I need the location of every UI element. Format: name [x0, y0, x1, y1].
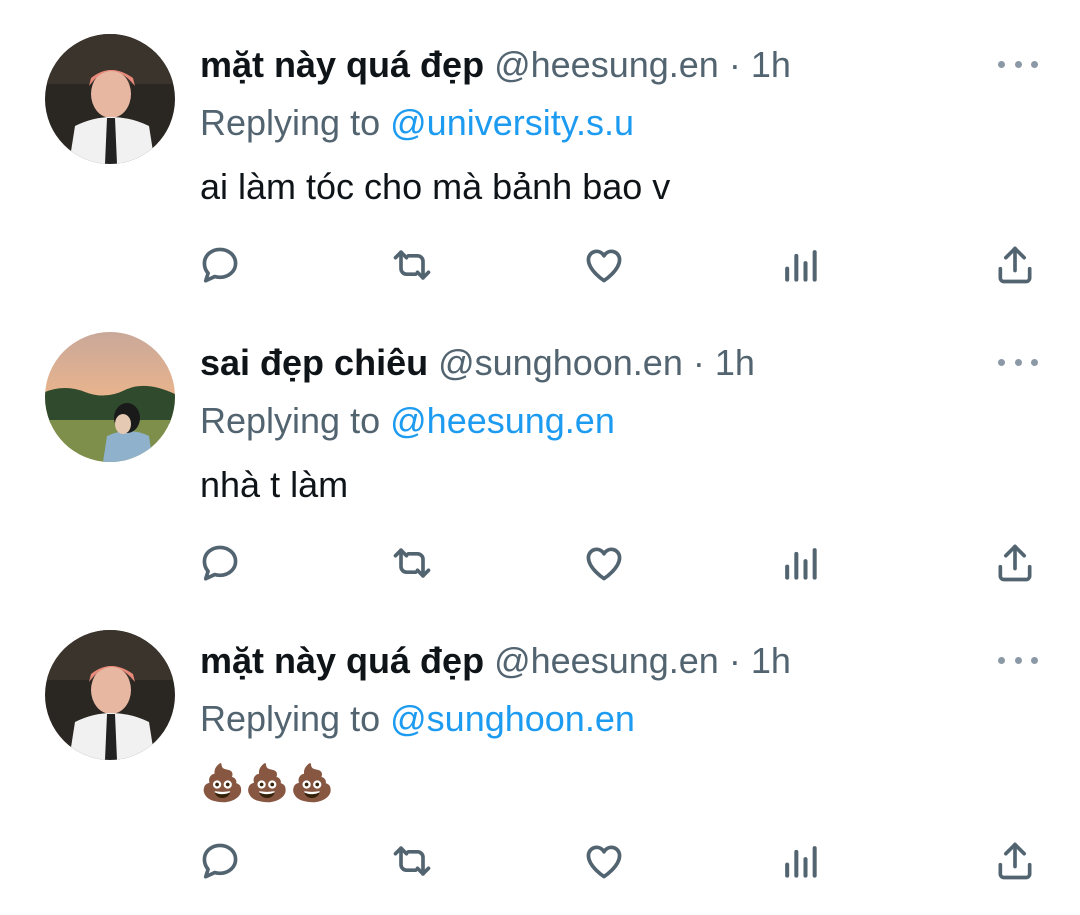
display-name[interactable]: sai đẹp chiêu — [200, 342, 428, 383]
mention-link[interactable]: @university.s.u — [390, 102, 634, 143]
reply-icon[interactable] — [195, 240, 245, 290]
retweet-icon[interactable] — [387, 836, 437, 886]
user-handle[interactable]: @heesung.en — [494, 640, 719, 681]
tweet-text: ai làm tóc cho mà bảnh bao v — [200, 166, 671, 207]
reply-icon[interactable] — [195, 538, 245, 588]
action-bar — [195, 538, 1045, 588]
separator-dot: · — [728, 44, 741, 85]
views-icon[interactable] — [775, 538, 825, 588]
replying-to: Replying to @sunghoon.en — [200, 696, 635, 742]
tweet-header: mặt này quá đẹp @heesung.en · 1h — [200, 42, 791, 88]
tweet[interactable]: sai đẹp chiêu @sunghoon.en · 1h Replying… — [0, 298, 1080, 596]
tweet-header: mặt này quá đẹp @heesung.en · 1h — [200, 638, 791, 684]
replying-to: Replying to @university.s.u — [200, 100, 634, 146]
like-icon[interactable] — [579, 538, 629, 588]
action-bar — [195, 240, 1045, 290]
timestamp[interactable]: 1h — [751, 640, 791, 681]
display-name[interactable]: mặt này quá đẹp — [200, 640, 484, 681]
tweet[interactable]: mặt này quá đẹp @heesung.en · 1h Replyin… — [0, 596, 1080, 894]
user-handle[interactable]: @heesung.en — [494, 44, 719, 85]
views-icon[interactable] — [775, 240, 825, 290]
action-bar — [195, 836, 1045, 886]
share-icon[interactable] — [990, 240, 1040, 290]
mention-link[interactable]: @heesung.en — [390, 400, 615, 441]
share-icon[interactable] — [990, 836, 1040, 886]
share-icon[interactable] — [990, 538, 1040, 588]
more-icon[interactable] — [998, 648, 1038, 672]
views-icon[interactable] — [775, 836, 825, 886]
timestamp[interactable]: 1h — [715, 342, 755, 383]
retweet-icon[interactable] — [387, 538, 437, 588]
avatar[interactable] — [45, 630, 175, 760]
retweet-icon[interactable] — [387, 240, 437, 290]
display-name[interactable]: mặt này quá đẹp — [200, 44, 484, 85]
separator-dot: · — [728, 640, 741, 681]
more-icon[interactable] — [998, 350, 1038, 374]
user-handle[interactable]: @sunghoon.en — [438, 342, 683, 383]
tweet-text: nhà t làm — [200, 464, 349, 505]
replying-prefix: Replying to — [200, 698, 381, 739]
tweet-text: 💩💩💩 — [200, 762, 335, 803]
avatar[interactable] — [45, 332, 175, 462]
avatar[interactable] — [45, 34, 175, 164]
more-icon[interactable] — [998, 52, 1038, 76]
tweet[interactable]: mặt này quá đẹp @heesung.en · 1h Replyin… — [0, 0, 1080, 298]
tweet-header: sai đẹp chiêu @sunghoon.en · 1h — [200, 340, 755, 386]
mention-link[interactable]: @sunghoon.en — [390, 698, 635, 739]
replying-to: Replying to @heesung.en — [200, 398, 615, 444]
timestamp[interactable]: 1h — [751, 44, 791, 85]
reply-icon[interactable] — [195, 836, 245, 886]
replying-prefix: Replying to — [200, 400, 381, 441]
replying-prefix: Replying to — [200, 102, 381, 143]
like-icon[interactable] — [579, 240, 629, 290]
like-icon[interactable] — [579, 836, 629, 886]
separator-dot: · — [692, 342, 705, 383]
